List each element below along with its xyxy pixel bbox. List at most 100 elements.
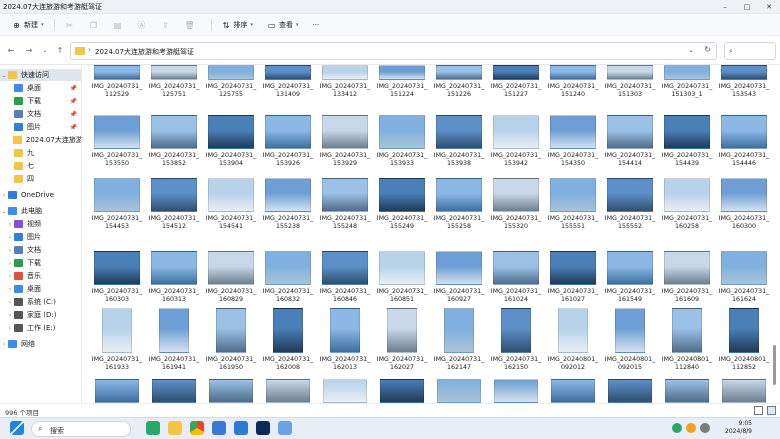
sidebar-item-pc-3[interactable]: › 下载 bbox=[0, 257, 81, 269]
image-thumbnail[interactable] bbox=[721, 65, 767, 80]
image-thumbnail[interactable] bbox=[323, 379, 367, 403]
image-thumbnail[interactable] bbox=[664, 251, 710, 285]
sidebar-item-pc-2[interactable]: › 文档 bbox=[0, 244, 81, 256]
chevron-icon[interactable]: ⌄ bbox=[0, 208, 8, 215]
image-thumbnail[interactable] bbox=[615, 308, 645, 353]
photoshop-icon[interactable] bbox=[256, 421, 270, 435]
image-thumbnail[interactable] bbox=[558, 308, 588, 353]
up-arrow-icon[interactable]: ↑ bbox=[55, 46, 65, 56]
image-thumbnail[interactable] bbox=[94, 115, 140, 149]
image-thumbnail[interactable] bbox=[550, 115, 596, 149]
sidebar-item-0[interactable]: 桌面 📌 bbox=[0, 82, 81, 94]
image-thumbnail[interactable] bbox=[494, 379, 538, 403]
image-thumbnail[interactable] bbox=[493, 178, 539, 212]
image-thumbnail[interactable] bbox=[387, 308, 417, 353]
sort-button[interactable]: ⇅ 排序 ▾ bbox=[218, 17, 258, 33]
image-thumbnail[interactable] bbox=[493, 251, 539, 285]
image-thumbnail[interactable] bbox=[550, 251, 596, 285]
image-thumbnail[interactable] bbox=[273, 308, 303, 353]
chevron-icon[interactable]: ⌄ bbox=[0, 72, 8, 79]
image-thumbnail[interactable] bbox=[322, 65, 368, 80]
image-thumbnail[interactable] bbox=[216, 308, 246, 353]
clock[interactable]: 9:05 2024/8/9 bbox=[725, 420, 752, 436]
chevron-icon[interactable]: › bbox=[6, 325, 14, 332]
sidebar-item-6[interactable]: 七 bbox=[0, 160, 81, 172]
image-thumbnail[interactable] bbox=[664, 115, 710, 149]
maximize-button[interactable]: □ bbox=[736, 0, 758, 14]
search-input[interactable]: ⌕ bbox=[724, 42, 776, 60]
more-button[interactable]: ··· bbox=[309, 17, 324, 33]
sidebar-item-1[interactable]: 下载 📌 bbox=[0, 95, 81, 107]
image-thumbnail[interactable] bbox=[159, 308, 189, 353]
image-thumbnail[interactable] bbox=[721, 251, 767, 285]
image-thumbnail[interactable] bbox=[607, 178, 653, 212]
image-thumbnail[interactable] bbox=[208, 251, 254, 285]
tiles-view-icon[interactable] bbox=[767, 406, 776, 415]
image-thumbnail[interactable] bbox=[493, 65, 539, 80]
image-thumbnail[interactable] bbox=[608, 379, 652, 403]
image-thumbnail[interactable] bbox=[330, 308, 360, 353]
image-thumbnail[interactable] bbox=[722, 379, 766, 403]
view-button[interactable]: ▭ 查看 ▾ bbox=[263, 17, 303, 33]
sidebar-item-pc-4[interactable]: › 音乐 bbox=[0, 270, 81, 282]
sidebar-item-3[interactable]: 图片 📌 bbox=[0, 121, 81, 133]
sidebar-item-network[interactable]: › 网络 bbox=[0, 338, 81, 350]
tray-icon[interactable] bbox=[672, 423, 682, 433]
tray-icon[interactable] bbox=[686, 423, 696, 433]
chevron-icon[interactable]: › bbox=[6, 312, 14, 319]
image-thumbnail[interactable] bbox=[151, 178, 197, 212]
image-thumbnail[interactable] bbox=[265, 65, 311, 80]
image-thumbnail[interactable] bbox=[550, 178, 596, 212]
rename-icon[interactable]: Ⓐ bbox=[133, 17, 151, 33]
image-thumbnail[interactable] bbox=[151, 251, 197, 285]
windows-start-icon[interactable] bbox=[10, 421, 24, 435]
image-thumbnail[interactable] bbox=[437, 379, 481, 403]
sidebar-item-5[interactable]: 九 bbox=[0, 147, 81, 159]
image-thumbnail[interactable] bbox=[265, 251, 311, 285]
copy-icon[interactable]: ❐ bbox=[85, 17, 103, 33]
image-thumbnail[interactable] bbox=[208, 65, 254, 80]
image-thumbnail[interactable] bbox=[380, 379, 424, 403]
image-thumbnail[interactable] bbox=[208, 115, 254, 149]
image-thumbnail[interactable] bbox=[444, 308, 474, 353]
image-thumbnail[interactable] bbox=[322, 178, 368, 212]
delete-icon[interactable]: 🗑 bbox=[181, 17, 199, 33]
sidebar-item-quick-access[interactable]: ⌄ 快速访问 bbox=[0, 69, 81, 81]
image-thumbnail[interactable] bbox=[379, 178, 425, 212]
image-thumbnail[interactable] bbox=[672, 308, 702, 353]
chevron-icon[interactable]: › bbox=[6, 221, 14, 228]
photos-icon[interactable] bbox=[278, 421, 292, 435]
image-thumbnail[interactable] bbox=[322, 115, 368, 149]
refresh-icon[interactable]: ↻ bbox=[704, 45, 711, 54]
chevron-icon[interactable]: › bbox=[0, 341, 8, 348]
taskbar-search[interactable]: ⌕ 搜索 bbox=[31, 421, 131, 437]
image-thumbnail[interactable] bbox=[265, 178, 311, 212]
chevron-icon[interactable]: › bbox=[6, 234, 14, 241]
paste-icon[interactable]: ▤ bbox=[109, 17, 127, 33]
image-thumbnail[interactable] bbox=[721, 115, 767, 149]
chevron-down-icon[interactable]: ⌄ bbox=[40, 46, 50, 56]
image-thumbnail[interactable] bbox=[265, 115, 311, 149]
image-thumbnail[interactable] bbox=[436, 178, 482, 212]
image-thumbnail[interactable] bbox=[664, 178, 710, 212]
image-thumbnail[interactable] bbox=[551, 379, 595, 403]
image-thumbnail[interactable] bbox=[665, 379, 709, 403]
image-thumbnail[interactable] bbox=[379, 115, 425, 149]
image-thumbnail[interactable] bbox=[266, 379, 310, 403]
image-thumbnail[interactable] bbox=[94, 251, 140, 285]
sidebar-item-2[interactable]: 文档 📌 bbox=[0, 108, 81, 120]
app-icon[interactable] bbox=[212, 421, 226, 435]
chevron-icon[interactable]: › bbox=[6, 299, 14, 306]
sidebar-item-onedrive[interactable]: › OneDrive bbox=[0, 189, 81, 201]
tray-icon[interactable] bbox=[700, 423, 710, 433]
image-thumbnail[interactable] bbox=[208, 178, 254, 212]
scrollbar[interactable] bbox=[771, 65, 779, 403]
image-thumbnail[interactable] bbox=[322, 251, 368, 285]
chevron-icon[interactable]: › bbox=[6, 286, 14, 293]
image-thumbnail[interactable] bbox=[607, 65, 653, 80]
chevron-icon[interactable]: › bbox=[0, 192, 8, 199]
image-thumbnail[interactable] bbox=[379, 65, 425, 80]
image-thumbnail[interactable] bbox=[436, 65, 482, 80]
forward-arrow-icon[interactable]: → bbox=[24, 46, 34, 56]
image-thumbnail[interactable] bbox=[379, 251, 425, 285]
